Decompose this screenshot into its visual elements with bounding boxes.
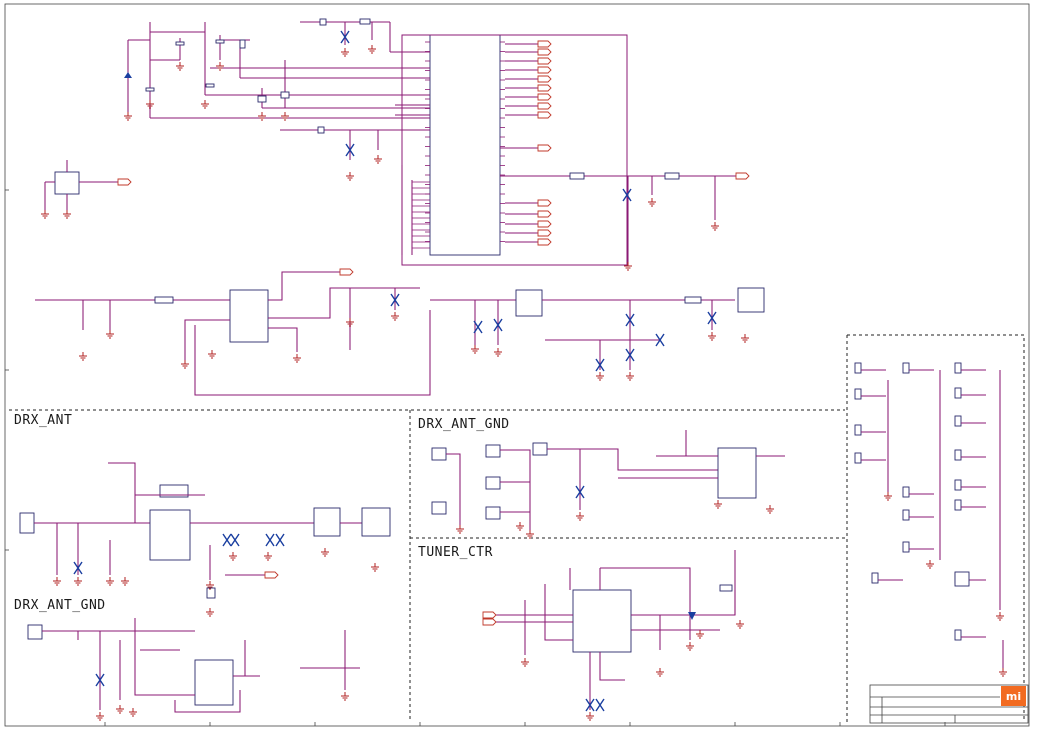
section-title-drx-ant: DRX_ANT: [14, 413, 72, 428]
test-point-panel: [854, 362, 1004, 668]
title-block: mi: [869, 684, 1029, 724]
top-right-nets: [505, 40, 552, 246]
drx-ant-gnd-right-circuit: [431, 430, 785, 530]
frame-ticks: [5, 189, 946, 726]
drx-ant-gnd-left-circuit: [27, 618, 360, 713]
top-left-supply: [127, 21, 430, 160]
top-left-small-device: [44, 160, 132, 210]
top-left-components: [124, 18, 371, 134]
tuner-ctr-circuit: [482, 550, 736, 710]
section-title-drx-ant-gnd-right: DRX_ANT_GND: [418, 417, 510, 432]
logo-text: mi: [1006, 690, 1021, 703]
ground-symbols: [41, 45, 1007, 721]
sheet-frame: [4, 3, 1030, 727]
section-title-drx-ant-gnd-left: DRX_ANT_GND: [14, 598, 106, 613]
schematic-sheet: DRX_ANT DRX_ANT_GND DRX_ANT_GND TUNER_CT…: [4, 3, 1030, 727]
section-title-tuner-ctr: TUNER_CTR: [418, 545, 493, 560]
drx-ant-circuit: [19, 462, 391, 599]
middle-rf-chain: [35, 268, 765, 396]
